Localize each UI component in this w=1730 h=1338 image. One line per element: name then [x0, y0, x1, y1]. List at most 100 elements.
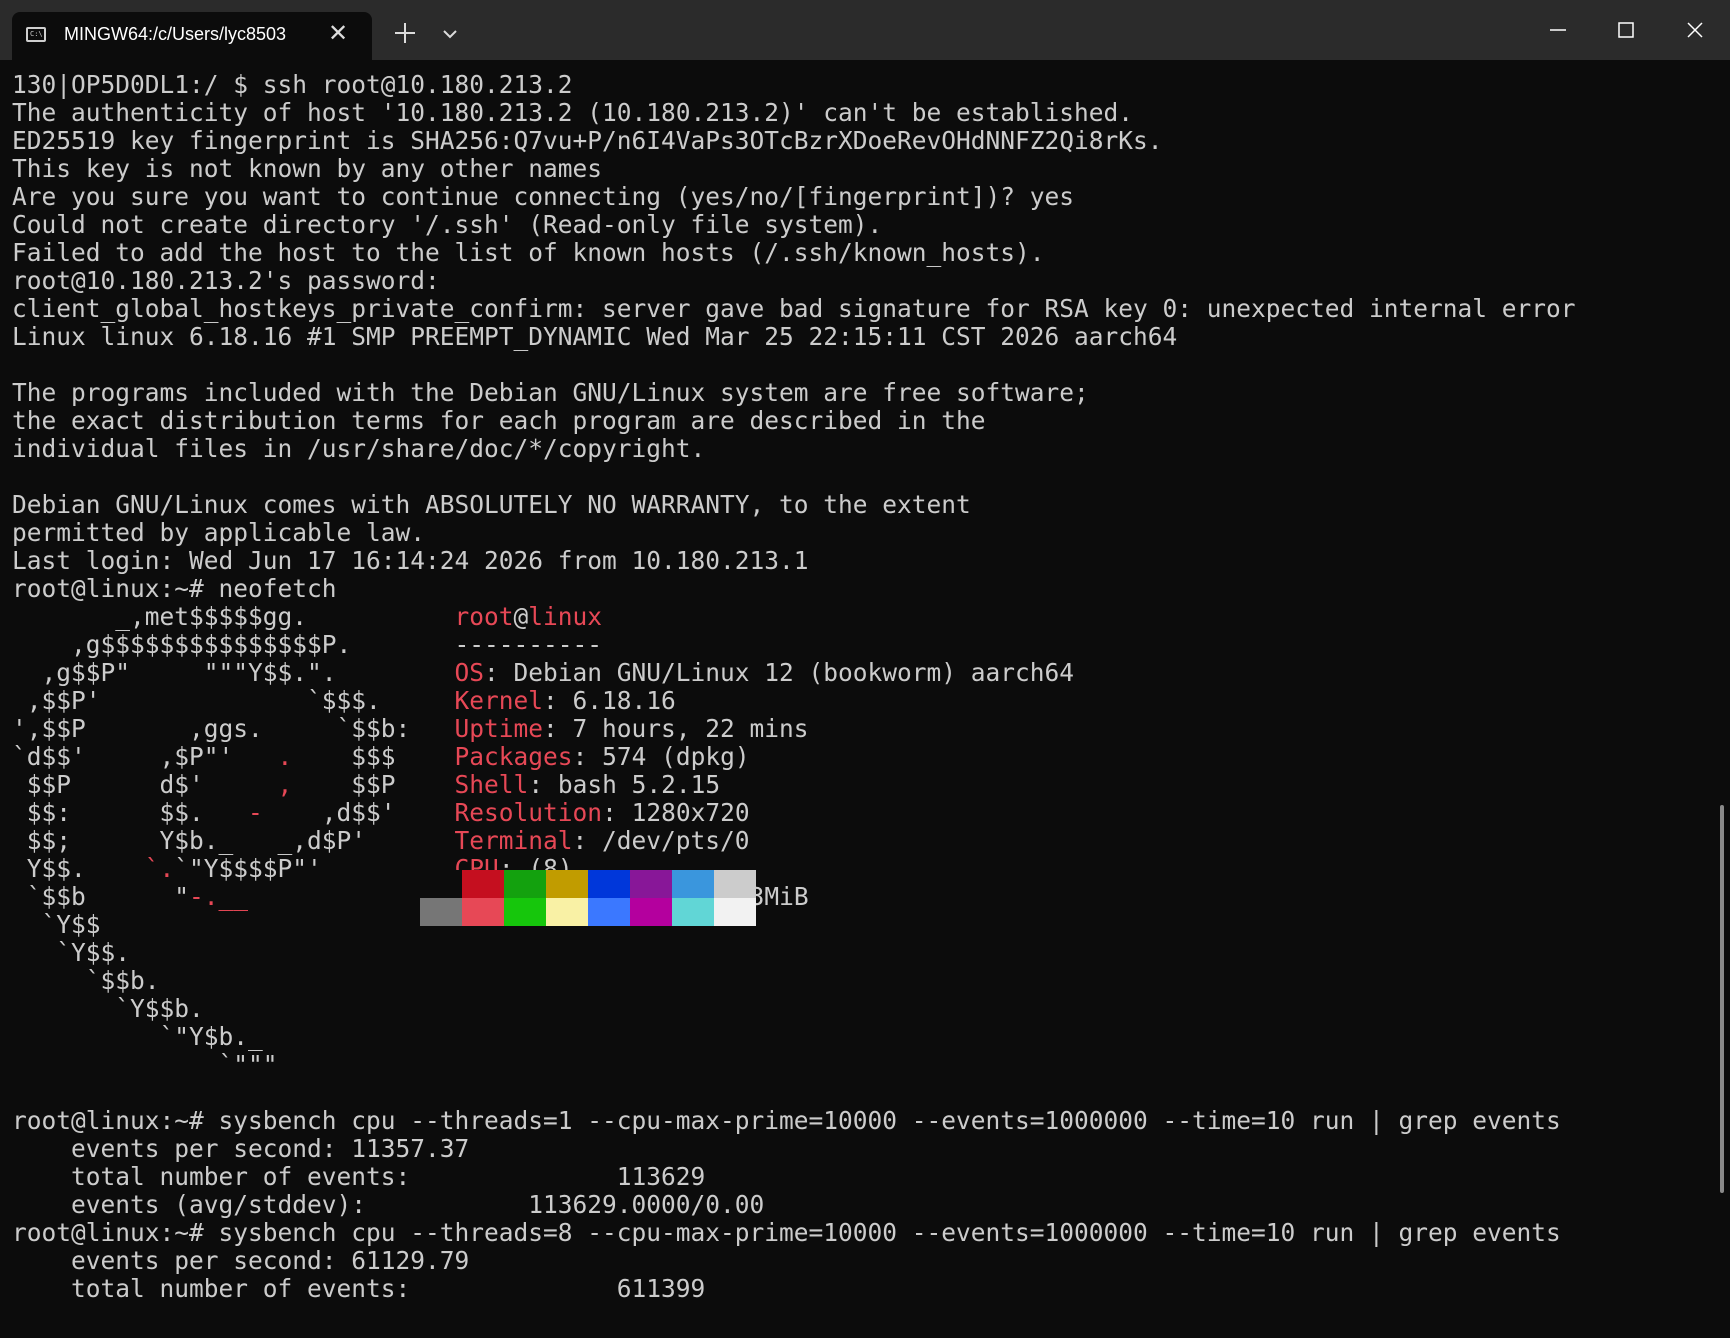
neofetch-logo-line: `$$b "-.__ — [12, 882, 249, 911]
neofetch-logo-line: $$; Y$b._ _,d$P' — [12, 826, 455, 855]
color-palette — [420, 870, 756, 926]
neofetch-logo-accent: - — [248, 798, 263, 827]
neofetch-logo-line: `Y$$. — [12, 938, 455, 967]
terminal-line: 130|OP5D0DL1:/ $ ssh root@10.180.213.2 — [12, 70, 573, 99]
terminal-line: total number of events: 611399 — [12, 1274, 706, 1303]
chevron-down-icon — [443, 30, 457, 39]
neofetch-logo-line: $$: $$. - ,d$$' — [12, 798, 455, 827]
color-swatch — [504, 870, 546, 898]
terminal-line: Debian GNU/Linux comes with ABSOLUTELY N… — [12, 490, 971, 519]
neofetch-logo-line: `d$$' ,$P"' . $$$ — [12, 742, 455, 771]
terminal-line: Last login: Wed Jun 17 16:14:24 2026 fro… — [12, 546, 809, 575]
neofetch-logo-accent: `. — [144, 854, 175, 883]
neofetch-logo-line: $$P d$' , $$P — [12, 770, 455, 799]
neofetch-logo-line: `$$b. — [12, 966, 455, 995]
neofetch-logo-line: ,g$$P" """Y$$.". — [12, 658, 455, 687]
neofetch-line: ,g$$$$$$$$$$$$$$$P. ---------- — [12, 631, 1712, 659]
terminal-line: Failed to add the host to the list of kn… — [12, 238, 1045, 267]
new-tab-button[interactable] — [390, 18, 420, 48]
neofetch-value: : 1280x720 — [602, 798, 750, 827]
terminal-line: ED25519 key fingerprint is SHA256:Q7vu+P… — [12, 126, 1163, 155]
neofetch-at: @ — [513, 602, 529, 631]
neofetch-logo-line: `"Y$b._ — [12, 1022, 455, 1051]
terminal-line: events per second: 61129.79 — [12, 1246, 470, 1275]
palette-row — [420, 870, 756, 898]
terminal-line: client_global_hostkeys_private_confirm: … — [12, 294, 1576, 323]
color-swatch — [714, 870, 756, 898]
neofetch-key: Uptime — [454, 714, 544, 743]
neofetch-key: Terminal — [454, 826, 573, 855]
terminal-icon: C:\ — [26, 27, 46, 42]
close-icon — [1687, 22, 1703, 38]
plus-icon — [395, 23, 415, 43]
color-swatch — [630, 870, 672, 898]
neofetch-line: $$: $$. - ,d$$' Resolution: 1280x720 — [12, 799, 1712, 827]
neofetch-logo-line: `Y$$b. — [12, 994, 455, 1023]
palette-row — [420, 898, 756, 926]
title-bar: C:\ MINGW64:/c/Users/lyc8503 ✕ — [0, 0, 1730, 60]
maximize-icon — [1618, 22, 1634, 38]
color-swatch — [420, 870, 462, 898]
terminal-line: The programs included with the Debian GN… — [12, 378, 1089, 407]
tab-dropdown-button[interactable] — [438, 22, 462, 46]
color-swatch — [672, 870, 714, 898]
neofetch-logo-line: `Y$$ — [12, 910, 455, 939]
color-swatch — [630, 898, 672, 926]
terminal-line: root@linux:~# sysbench cpu --threads=8 -… — [12, 1218, 1561, 1247]
terminal-line: Are you sure you want to continue connec… — [12, 182, 1075, 211]
neofetch-key: Resolution — [454, 798, 603, 827]
neofetch-host: linux — [528, 602, 603, 631]
neofetch-line: `$$b. — [12, 967, 1712, 995]
neofetch-line: ,$$P' `$$$. Kernel: 6.18.16 — [12, 687, 1712, 715]
neofetch-key: OS — [454, 658, 485, 687]
terminal-line: events (avg/stddev): 113629.0000/0.00 — [12, 1190, 765, 1219]
close-icon: ✕ — [328, 19, 349, 47]
terminal-line: root@linux:~# sysbench cpu --threads=1 -… — [12, 1106, 1561, 1135]
neofetch-logo-accent: . — [248, 742, 293, 771]
terminal-line: root@linux:~# neofetch — [12, 574, 337, 603]
neofetch-logo-line: Y$$. `.`"Y$$$$P"' — [12, 854, 455, 883]
neofetch-logo-line: ,g$$$$$$$$$$$$$$$P. — [12, 630, 455, 659]
neofetch-key: Packages — [454, 742, 573, 771]
neofetch-line: `""" — [12, 1051, 1712, 1079]
minimize-icon — [1550, 29, 1566, 31]
color-swatch — [504, 898, 546, 926]
color-swatch — [546, 870, 588, 898]
terminal-line: Could not create directory '/.ssh' (Read… — [12, 210, 883, 239]
neofetch-value: : Debian GNU/Linux 12 (bookworm) aarch64 — [484, 658, 1075, 687]
neofetch-logo-line: ,$$P' `$$$. — [12, 686, 455, 715]
neofetch-line: $$; Y$b._ _,d$P' Terminal: /dev/pts/0 — [12, 827, 1712, 855]
terminal-line: This key is not known by any other names — [12, 154, 603, 183]
color-swatch — [588, 870, 630, 898]
neofetch-value: : 7 hours, 22 mins — [543, 714, 809, 743]
neofetch-logo-accent: -.__ — [189, 882, 249, 911]
neofetch-key: Kernel — [454, 686, 544, 715]
tab-mingw64[interactable]: C:\ MINGW64:/c/Users/lyc8503 ✕ — [12, 12, 372, 60]
maximize-button[interactable] — [1590, 10, 1662, 50]
neofetch-line: ,g$$P" """Y$$.". OS: Debian GNU/Linux 12… — [12, 659, 1712, 687]
neofetch-line: `$$b "-.__ Memory: 175MiB / 1913MiB — [12, 883, 1712, 911]
neofetch-key: Shell — [454, 770, 529, 799]
neofetch-user: root — [454, 602, 514, 631]
neofetch-line: $$P d$' , $$P Shell: bash 5.2.15 — [12, 771, 1712, 799]
color-swatch — [420, 898, 462, 926]
close-window-button[interactable] — [1660, 10, 1730, 50]
terminal-output[interactable]: 130|OP5D0DL1:/ $ ssh root@10.180.213.2 Th… — [12, 71, 1712, 1338]
neofetch-line: ',$$P ,ggs. `$$b: Uptime: 7 hours, 22 mi… — [12, 715, 1712, 743]
neofetch-logo-line: ',$$P ,ggs. `$$b: — [12, 714, 455, 743]
color-swatch — [714, 898, 756, 926]
terminal-line: root@10.180.213.2's password: — [12, 266, 440, 295]
neofetch-line: `Y$$b. — [12, 995, 1712, 1023]
terminal-line: the exact distribution terms for each pr… — [12, 406, 986, 435]
neofetch-line: `Y$$. — [12, 939, 1712, 967]
scrollbar[interactable] — [1720, 805, 1724, 1193]
terminal-line: permitted by applicable law. — [12, 518, 426, 547]
neofetch-value: : bash 5.2.15 — [528, 770, 721, 799]
color-swatch — [546, 898, 588, 926]
neofetch-logo-line: _,met$$$$$gg. — [12, 602, 455, 631]
tab-close-button[interactable]: ✕ — [328, 21, 348, 45]
neofetch-line: `"Y$b._ — [12, 1023, 1712, 1051]
minimize-button[interactable] — [1522, 10, 1594, 50]
